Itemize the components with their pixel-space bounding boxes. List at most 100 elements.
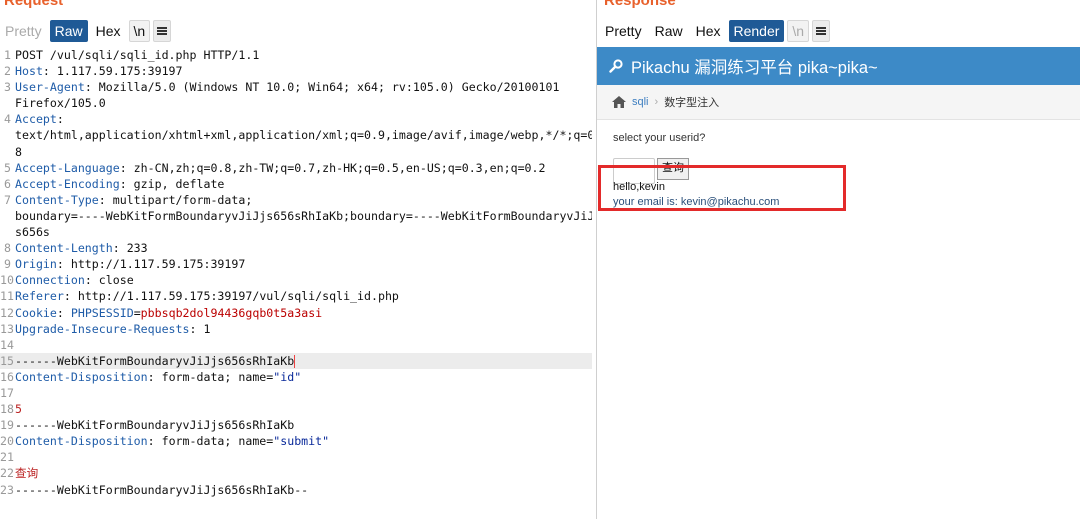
line-number: 21 — [0, 450, 14, 465]
line-number: 5 — [4, 160, 11, 175]
line-number — [0, 208, 15, 224]
line-number: 23 — [0, 482, 14, 497]
request-line[interactable]: 20 Content-Disposition: form-data; name="… — [0, 433, 592, 449]
line-text: ------WebKitFormBoundaryvJiJjs656sRhIaKb… — [15, 482, 309, 497]
line-number: 16 — [0, 369, 14, 384]
line-text: Content-Disposition: form-data; name="su… — [15, 434, 330, 449]
request-line[interactable]: 7 Content-Type: multipart/form-data; — [0, 192, 592, 208]
line-number: 6 — [4, 176, 11, 191]
request-menu-icon[interactable] — [153, 20, 172, 42]
line-text: Content-Disposition: form-data; name="id… — [15, 369, 302, 384]
line-number: 4 — [4, 112, 11, 127]
request-newline-toggle[interactable]: \n — [128, 20, 151, 42]
line-text: ------WebKitFormBoundaryvJiJjs656sRhIaKb — [15, 418, 295, 433]
home-icon[interactable] — [612, 96, 626, 108]
request-line[interactable]: 22 查询 — [0, 465, 592, 481]
result-hello: hello,kevin — [613, 181, 665, 193]
request-line[interactable]: 12 Cookie: PHPSESSID=pbbsqb2dol94436gqb0t… — [0, 305, 592, 321]
wrench-icon — [609, 59, 623, 73]
request-line[interactable]: 17 — [0, 385, 592, 401]
line-text: Connection: close — [15, 273, 134, 288]
line-number: 11 — [0, 289, 14, 304]
line-text: Accept: — [15, 112, 64, 127]
line-number: 20 — [0, 434, 14, 449]
request-line[interactable]: 4 Accept: — [0, 111, 592, 127]
request-line[interactable]: 5 Accept-Language: zh-CN,zh;q=0.8,zh-TW;q… — [0, 160, 592, 176]
request-tab-hex[interactable]: Hex — [91, 20, 126, 42]
response-menu-icon[interactable] — [812, 20, 831, 42]
request-pane-title: Request — [4, 0, 64, 9]
request-line[interactable]: 2 Host: 1.117.59.175:39197 — [0, 63, 592, 79]
line-text: 5 — [15, 402, 22, 417]
request-line[interactable]: 23 ------WebKitFormBoundaryvJiJjs656sRhIa… — [0, 482, 592, 498]
line-text: Firefox/105.0 — [15, 96, 106, 111]
request-line[interactable]: 10 Connection: close — [0, 272, 592, 288]
line-number: 17 — [0, 385, 14, 400]
line-number: 14 — [0, 337, 14, 352]
page-body: select your userid? 查询 hello,kevin your … — [597, 132, 1080, 210]
line-number: 12 — [0, 305, 14, 320]
line-text: Accept-Encoding: gzip, deflate — [15, 176, 225, 191]
request-line[interactable]: 8 — [0, 144, 592, 160]
line-text: Accept-Language: zh-CN,zh;q=0.8,zh-TW;q=… — [15, 160, 546, 175]
request-tab-pretty[interactable]: Pretty — [0, 20, 47, 42]
request-line[interactable]: boundary=----WebKitFormBoundaryvJiJjs656… — [0, 208, 592, 224]
request-line[interactable]: text/html,application/xhtml+xml,applicat… — [0, 127, 592, 143]
request-line[interactable]: s656s — [0, 224, 592, 240]
line-text: s656s — [15, 225, 50, 240]
line-text: User-Agent: Mozilla/5.0 (Windows NT 10.0… — [15, 80, 560, 95]
line-text: ------WebKitFormBoundaryvJiJjs656sRhIaKb — [15, 353, 296, 368]
request-line[interactable]: 13 Upgrade-Insecure-Requests: 1 — [0, 321, 592, 337]
line-number — [0, 224, 15, 240]
breadcrumb: sqli › 数字型注入 — [597, 85, 1080, 120]
request-line[interactable]: 21 — [0, 449, 592, 465]
request-line[interactable]: 15 ------WebKitFormBoundaryvJiJjs656sRhIa… — [0, 352, 592, 369]
pikachu-title[interactable]: Pikachu 漏洞练习平台 pika~pika~ — [631, 54, 878, 78]
line-text: text/html,application/xhtml+xml,applicat… — [15, 128, 592, 143]
request-tab-raw[interactable]: Raw — [49, 20, 88, 42]
request-line[interactable]: 9 Origin: http://1.117.59.175:39197 — [0, 256, 592, 272]
request-line[interactable]: 1 POST /vul/sqli/sqli_id.php HTTP/1.1 — [0, 47, 592, 63]
request-line[interactable]: 8 Content-Length: 233 — [0, 240, 592, 256]
response-tab-hex[interactable]: Hex — [691, 20, 726, 42]
line-number: 8 — [4, 241, 11, 256]
request-line[interactable]: Firefox/105.0 — [0, 95, 592, 111]
request-toolbar: Pretty Raw Hex \n — [0, 20, 172, 42]
line-text: Origin: http://1.117.59.175:39197 — [15, 257, 246, 272]
response-tab-pretty[interactable]: Pretty — [600, 20, 647, 42]
response-newline-toggle[interactable]: \n — [787, 20, 810, 42]
request-line[interactable]: 3 User-Agent: Mozilla/5.0 (Windows NT 10.… — [0, 79, 592, 95]
query-button[interactable]: 查询 — [657, 158, 689, 180]
response-tab-raw[interactable]: Raw — [650, 20, 688, 42]
request-line[interactable]: 16 Content-Disposition: form-data; name="… — [0, 369, 592, 385]
breadcrumb-link-sqli[interactable]: sqli — [632, 96, 649, 108]
request-line[interactable]: 14 — [0, 337, 592, 353]
line-number — [0, 127, 15, 143]
line-number — [0, 95, 15, 111]
line-number: 2 — [4, 64, 11, 79]
line-text: Host: 1.117.59.175:39197 — [15, 64, 183, 79]
line-number: 7 — [4, 192, 11, 207]
line-text: 查询 — [15, 466, 39, 481]
line-number: 10 — [0, 273, 14, 288]
line-number — [0, 144, 15, 160]
render-view: Pikachu 漏洞练习平台 pika~pika~ sqli › 数字型注入 s… — [597, 47, 1080, 519]
pikachu-navbar: Pikachu 漏洞练习平台 pika~pika~ — [597, 47, 1080, 85]
query-result: hello,kevin your email is: kevin@pikachu… — [613, 180, 1080, 210]
breadcrumb-current: 数字型注入 — [664, 97, 720, 109]
response-toolbar: Pretty Raw Hex Render \n — [600, 20, 831, 42]
line-number: 9 — [4, 257, 11, 272]
line-number: 19 — [0, 418, 14, 433]
breadcrumb-separator: › — [654, 96, 659, 108]
line-number: 15 — [0, 353, 14, 368]
request-line[interactable]: 6 Accept-Encoding: gzip, deflate — [0, 176, 592, 192]
response-tab-render[interactable]: Render — [728, 20, 785, 42]
text-caret — [294, 354, 296, 368]
line-number: 18 — [0, 402, 14, 417]
request-line[interactable]: 18 5 — [0, 401, 592, 417]
request-editor[interactable]: 1 POST /vul/sqli/sqli_id.php HTTP/1.1 2 Hos… — [0, 47, 592, 519]
request-line[interactable]: 19 ------WebKitFormBoundaryvJiJjs656sRhIa… — [0, 417, 592, 433]
line-text: boundary=----WebKitFormBoundaryvJiJjs656… — [15, 208, 592, 223]
line-number: 1 — [4, 48, 11, 62]
request-line[interactable]: 11 Referer: http://1.117.59.175:39197/vul… — [0, 288, 592, 304]
